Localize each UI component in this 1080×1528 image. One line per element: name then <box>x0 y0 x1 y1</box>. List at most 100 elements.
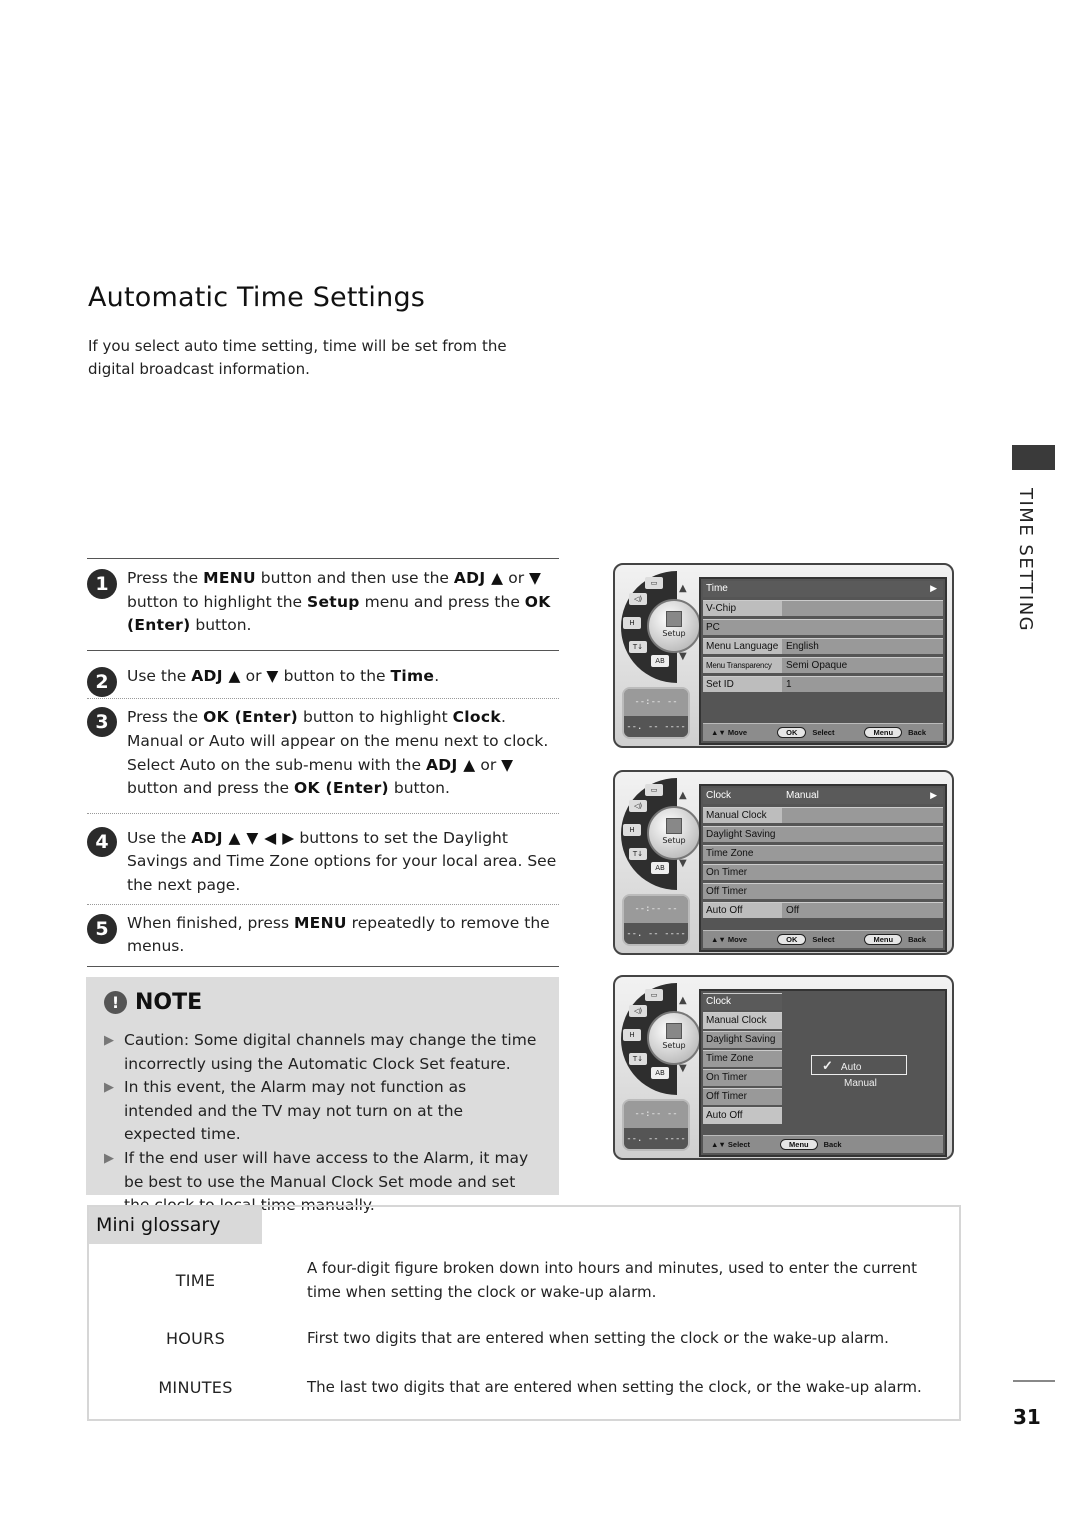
row-label: Auto Off <box>703 903 782 918</box>
submenu-item-auto-off[interactable]: Auto Off <box>703 1107 782 1124</box>
menu-row-manual-clock[interactable]: Manual Clock <box>703 807 943 823</box>
menu-row-menu-language[interactable]: Menu Language English <box>703 638 943 654</box>
step-text: or <box>240 666 267 685</box>
menu-button[interactable]: Menu <box>780 1139 818 1150</box>
clock-date: --. -- ---- <box>624 716 688 737</box>
option-icon: T↓ <box>629 1053 647 1065</box>
menu-button[interactable]: Menu <box>864 727 903 738</box>
row-value <box>782 884 943 899</box>
step-text: or <box>475 755 502 774</box>
menu-row-vchip[interactable]: V-Chip <box>703 600 943 616</box>
clock-display: --:-- -- --. -- ---- <box>622 1099 690 1151</box>
intro-text: If you select auto time setting, time wi… <box>88 337 507 378</box>
option-manual[interactable]: Manual <box>844 1078 877 1089</box>
step-text: or <box>503 569 530 587</box>
setup-icon <box>666 818 682 834</box>
step-number-3: 3 <box>87 707 117 738</box>
step-number-2: 2 <box>87 666 117 697</box>
row-label: Daylight Saving <box>703 827 782 842</box>
arrow-up-icon: ▲ <box>679 995 687 1006</box>
menu-row-time-zone[interactable]: Time Zone <box>703 845 943 861</box>
checkmark-icon: ✓ <box>822 1058 833 1073</box>
key-ok-enter: OK (Enter) <box>203 708 299 727</box>
clock-display: --:-- -- --. -- ---- <box>622 894 690 946</box>
row-value: Off <box>786 905 800 916</box>
triangle-bullet-icon: ▶ <box>104 1150 114 1166</box>
menu-row-menu-transparency[interactable]: Menu Transparency Semi Opaque <box>703 657 943 673</box>
menu-row-clock[interactable]: Clock Manual ▶ <box>703 788 943 804</box>
time-menu-panel: Clock Manual ▶ Manual Clock Daylight Savin… <box>699 784 947 952</box>
row-value: Semi Opaque <box>786 660 848 671</box>
note-item: ▶ In this event, the Alarm may not functi… <box>104 1076 539 1147</box>
lock-ab-icon: AB <box>651 862 669 874</box>
menu-row-off-timer[interactable]: Off Timer <box>703 883 943 899</box>
row-label: Clock <box>703 788 782 804</box>
submenu-item-time-zone[interactable]: Time Zone <box>703 1050 782 1067</box>
step-number-4: 4 <box>87 826 117 857</box>
submenu-item-off-timer[interactable]: Off Timer <box>703 1088 782 1105</box>
step-5: 5 When finished, press MENU repeatedly t… <box>87 905 559 967</box>
option-auto[interactable]: ✓ Auto <box>811 1055 907 1075</box>
menu-row-set-id[interactable]: Set ID 1 <box>703 676 943 692</box>
osd-screen-setup-time: ▭ ◁) H T↓ AB Setup ▲ ▼ --:-- -- --. -- -… <box>613 563 954 748</box>
triangle-bullet-icon: ▶ <box>104 1080 114 1096</box>
key-menu: MENU <box>203 569 256 587</box>
step-text: Use the <box>127 666 192 685</box>
menu-row-auto-off[interactable]: Auto Off Off <box>703 902 943 918</box>
submenu-item-clock[interactable]: Clock <box>703 993 782 1010</box>
row-value <box>782 601 943 616</box>
menu-row-on-timer[interactable]: On Timer <box>703 864 943 880</box>
step-3: 3 Press the OK (Enter) button to highlig… <box>87 699 559 814</box>
row-value: Manual <box>786 790 819 801</box>
row-label: Menu Language <box>703 639 782 654</box>
setup-dial-button: Setup <box>647 1011 701 1065</box>
footer-back: Back <box>908 728 926 737</box>
ok-button[interactable]: OK <box>777 727 807 738</box>
glossary-title: Mini glossary <box>89 1207 262 1244</box>
menu-button[interactable]: Menu <box>864 934 903 945</box>
glossary-term: HOURS <box>165 1329 226 1349</box>
note-item: ▶ Caution: Some digital channels may chan… <box>104 1029 539 1076</box>
row-label: Set ID <box>703 677 782 692</box>
menu-row-pc[interactable]: PC <box>703 619 943 635</box>
lock-ab-icon: AB <box>651 655 669 667</box>
picture-icon: ▭ <box>645 784 663 796</box>
mini-glossary: Mini glossary TIME A four-digit figure b… <box>87 1205 961 1421</box>
key-clock: Clock <box>452 708 501 727</box>
audio-icon: ◁) <box>629 800 647 812</box>
option-icon: T↓ <box>629 641 647 653</box>
setup-dial-button: Setup <box>647 806 701 860</box>
key-menu: MENU <box>293 913 347 932</box>
arrow-up-icon: ▲ <box>679 790 687 801</box>
setup-label: Setup <box>662 836 686 845</box>
key-ok-enter: OK (Enter) <box>294 779 389 798</box>
note-text: In this event, the Alarm may not functio… <box>124 1078 467 1144</box>
submenu-list: Clock Manual Clock Daylight Saving Time … <box>703 993 782 1126</box>
arrow-up-icon: ▲ <box>679 583 687 594</box>
step-text: . <box>434 666 440 685</box>
footer-select: ▲▼ Select <box>711 1140 751 1149</box>
audio-icon: ◁) <box>629 593 647 605</box>
osd-screen-clock-submenu: ▭ ◁) H T↓ AB Setup ▲ ▼ --:-- -- --. -- -… <box>613 975 954 1160</box>
setup-menu-panel: Time ▶ V-Chip PC Menu Language English Men… <box>699 577 947 745</box>
menu-row-daylight-saving[interactable]: Daylight Saving <box>703 826 943 842</box>
submenu-item-on-timer[interactable]: On Timer <box>703 1069 782 1086</box>
step-4: 4 Use the ADJ ▲ ▼ ◀ ▶ buttons to set the… <box>87 814 559 905</box>
footer-select: Select <box>812 935 835 944</box>
submenu-item-daylight-saving[interactable]: Daylight Saving <box>703 1031 782 1048</box>
note-header: ! NOTE <box>104 987 539 1017</box>
submenu-item-manual-clock[interactable]: Manual Clock <box>703 1012 782 1029</box>
setup-icon <box>666 611 682 627</box>
menu-row-time[interactable]: Time ▶ <box>703 581 943 597</box>
note-title: NOTE <box>135 989 203 1015</box>
row-value: 1 <box>786 679 792 690</box>
setup-label: Setup <box>662 1041 686 1050</box>
step-2: 2 Use the ADJ ▲ or ▼ button to the Time. <box>87 651 559 700</box>
section-tab-marker <box>1012 445 1055 470</box>
ok-button[interactable]: OK <box>777 934 807 945</box>
glossary-entry: TIME A four-digit figure broken down int… <box>89 1257 959 1304</box>
row-label: V-Chip <box>703 601 782 616</box>
setup-dial-button: Setup <box>647 599 701 653</box>
key-down: ▼ <box>501 755 514 774</box>
channel-icon: H <box>623 1029 641 1041</box>
